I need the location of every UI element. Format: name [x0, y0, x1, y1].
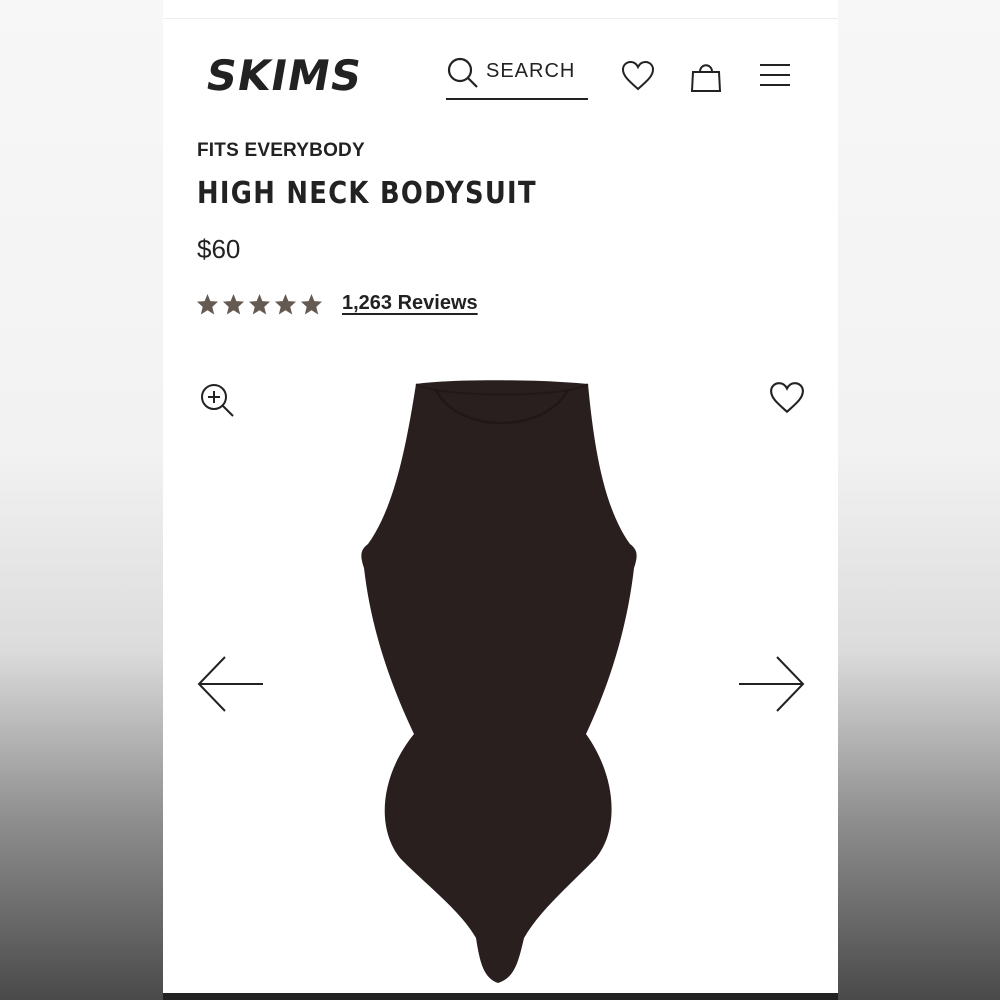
wishlist-heart-icon: [770, 382, 804, 414]
shopping-bag-button[interactable]: [690, 58, 722, 99]
zoom-button[interactable]: [199, 382, 237, 425]
search-label: SEARCH: [486, 60, 576, 82]
star-icon: [196, 293, 219, 315]
brand-logo-text: SKIMS: [205, 51, 366, 98]
zoom-in-icon: [201, 384, 234, 417]
previous-image-button[interactable]: [197, 654, 265, 719]
bag-icon: [690, 64, 722, 92]
star-icon: [248, 293, 271, 315]
product-rating: 1,263 Reviews: [196, 292, 478, 315]
star-icon: [274, 293, 297, 315]
product-title: HIGH NECK BODYSUIT: [197, 176, 537, 211]
product-image: [358, 378, 648, 993]
star-icon: [222, 293, 245, 315]
menu-button[interactable]: [759, 62, 791, 93]
divider: [163, 18, 838, 19]
heart-icon: [621, 60, 655, 91]
menu-icon: [760, 64, 790, 86]
next-image-button[interactable]: [737, 654, 805, 719]
product-page: ⌃⌃ SKIMS SEARCH FITS EVERYBODY HIGH NECK…: [163, 0, 838, 993]
search-icon: [447, 57, 478, 88]
top-chevron-icon: ⌃⌃: [783, 0, 804, 8]
collection-label[interactable]: FITS EVERYBODY: [197, 140, 365, 162]
bottom-bar: [163, 993, 838, 1000]
brand-logo[interactable]: SKIMS: [205, 50, 373, 98]
star-icon: [300, 293, 323, 315]
product-price: $60: [197, 234, 241, 264]
arrow-right-icon: [739, 656, 805, 712]
star-rating: [196, 293, 323, 315]
wishlist-button[interactable]: [769, 381, 805, 420]
header-wishlist-button[interactable]: [621, 60, 655, 97]
reviews-link[interactable]: 1,263 Reviews: [342, 292, 478, 315]
bodysuit-shape: [361, 380, 637, 983]
search-field[interactable]: SEARCH: [446, 56, 588, 100]
arrow-left-icon: [197, 656, 263, 712]
